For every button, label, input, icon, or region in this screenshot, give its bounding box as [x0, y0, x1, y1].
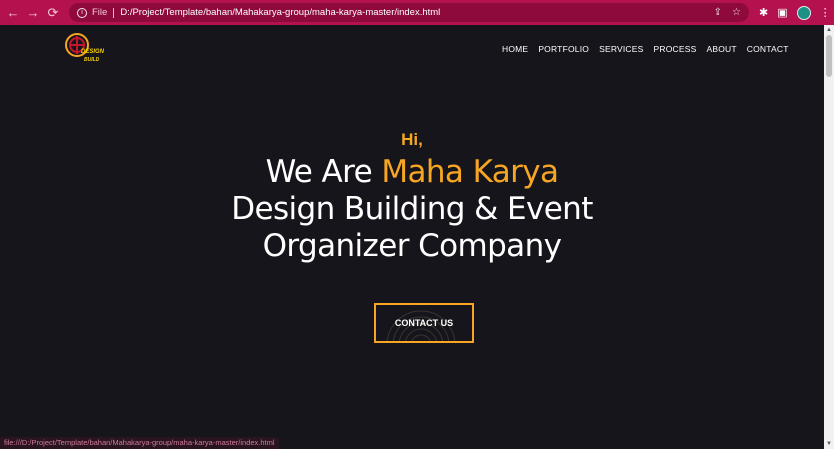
nav-contact[interactable]: CONTACT: [747, 44, 789, 54]
forward-icon[interactable]: →: [23, 3, 43, 23]
main-navigation: HOME PORTFOLIO SERVICES PROCESS ABOUT CO…: [502, 44, 789, 54]
nav-process[interactable]: PROCESS: [654, 44, 697, 54]
contact-us-button[interactable]: CONTACT US: [374, 303, 474, 343]
hero-greeting: Hi,: [401, 130, 423, 149]
menu-icon[interactable]: ⋮: [820, 6, 831, 19]
nav-home[interactable]: HOME: [502, 44, 528, 54]
browser-toolbar: ← → ⟳ i File D:/Project/Template/bahan/M…: [0, 0, 834, 25]
url-text[interactable]: D:/Project/Template/bahan/Mahakarya-grou…: [120, 7, 440, 18]
scheme-label: File: [92, 7, 108, 18]
headline-line-3: Organizer Company: [262, 228, 562, 264]
page-viewport: DESIGN BUILD HOME PORTFOLIO SERVICES PRO…: [0, 25, 824, 449]
logo-text-bottom: BUILD: [84, 57, 100, 63]
brand-name: Maha Karya: [381, 154, 559, 190]
reload-icon[interactable]: ⟳: [43, 3, 63, 23]
share-icon[interactable]: ⇪: [714, 7, 722, 18]
browser-tools: ✱ ▣ ⋮: [759, 5, 831, 20]
nav-about[interactable]: ABOUT: [706, 44, 736, 54]
extensions-icon[interactable]: ✱: [759, 6, 768, 19]
page-scrollbar[interactable]: ▲ ▼: [824, 25, 834, 449]
headline-prefix: We Are: [265, 154, 382, 190]
nav-services[interactable]: SERVICES: [599, 44, 643, 54]
brand-logo[interactable]: DESIGN BUILD: [64, 32, 106, 68]
scrollbar-thumb[interactable]: [826, 35, 832, 77]
logo-text-top: DESIGN: [81, 49, 105, 55]
address-bar[interactable]: i File D:/Project/Template/bahan/Mahakar…: [69, 3, 749, 22]
scroll-down-icon[interactable]: ▼: [826, 441, 832, 447]
scroll-up-icon[interactable]: ▲: [826, 27, 832, 33]
status-bar-link: file:///D:/Project/Template/bahan/Mahaka…: [0, 437, 279, 449]
headline-line-2: Design Building & Event: [231, 191, 593, 227]
info-icon[interactable]: i: [77, 7, 87, 18]
contact-us-label: CONTACT US: [394, 318, 454, 328]
hero-headline: We Are Maha Karya Design Building & Even…: [0, 154, 824, 265]
profile-avatar[interactable]: [796, 5, 811, 20]
divider: [113, 7, 115, 18]
star-icon[interactable]: ☆: [732, 7, 741, 18]
nav-portfolio[interactable]: PORTFOLIO: [538, 44, 589, 54]
back-icon[interactable]: ←: [3, 3, 23, 23]
side-panel-icon[interactable]: ▣: [777, 6, 787, 19]
navigation-buttons: ← → ⟳: [3, 3, 63, 23]
